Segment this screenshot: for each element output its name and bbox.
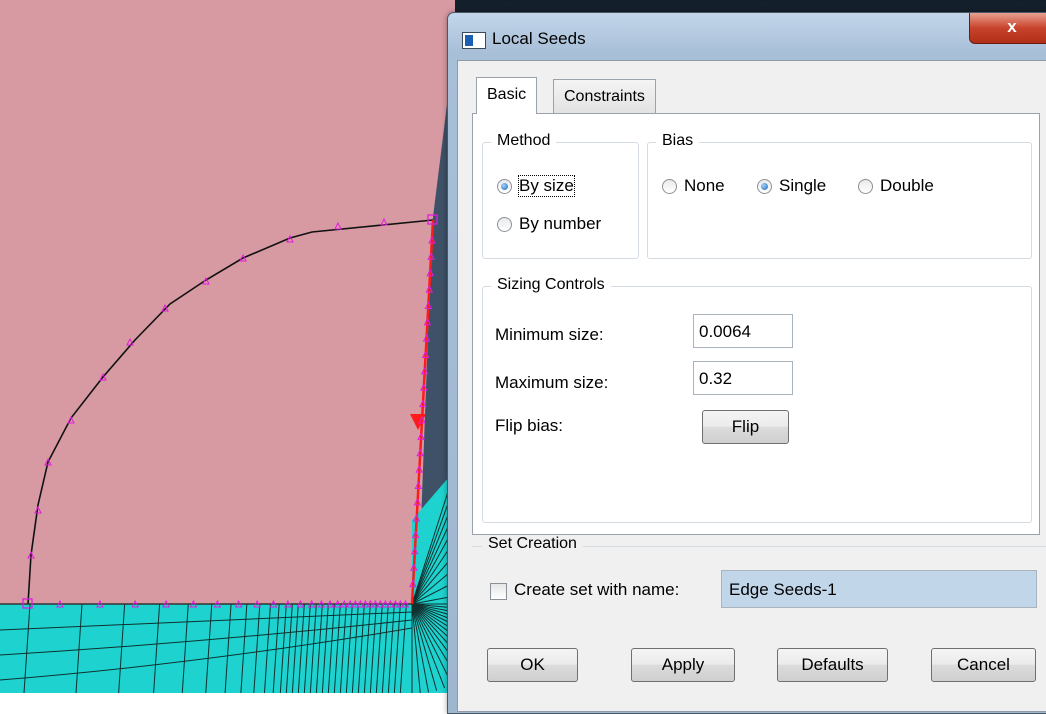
radio-none-label: None <box>684 176 725 195</box>
radio-by-size[interactable]: By size <box>497 175 575 197</box>
cancel-button[interactable]: Cancel <box>931 648 1036 682</box>
maximum-size-label: Maximum size: <box>495 373 609 392</box>
dialog-client-area: Basic Constraints Method By size By numb… <box>457 60 1046 712</box>
ok-button[interactable]: OK <box>487 648 578 682</box>
sizing-controls-title: Sizing Controls <box>491 276 611 294</box>
window-icon <box>462 32 486 49</box>
flip-button[interactable]: Flip <box>702 410 789 444</box>
set-name-input[interactable]: Edge Seeds-1 <box>721 570 1037 608</box>
defaults-button[interactable]: Defaults <box>777 648 888 682</box>
dialog-titlebar[interactable]: Local Seeds x <box>448 13 1046 61</box>
sizing-controls-group: Sizing Controls Minimum size: 0.0064 Max… <box>482 276 1032 523</box>
close-icon: x <box>1007 17 1017 36</box>
method-group: Method By size By number <box>482 132 639 259</box>
tab-constraints[interactable]: Constraints <box>553 79 656 114</box>
mesh-region <box>0 604 455 693</box>
radio-dot[interactable] <box>497 216 512 232</box>
radio-dot[interactable] <box>858 178 873 194</box>
radio-by-number[interactable]: By number <box>497 214 601 234</box>
tab-basic[interactable]: Basic <box>476 77 538 114</box>
basic-tab-panel: Method By size By number Bias None Singl… <box>472 113 1040 535</box>
radio-double-label: Double <box>880 176 934 195</box>
set-creation-group: Set Creation Create set with name: Edge … <box>472 535 1046 639</box>
minimum-size-input[interactable]: 0.0064 <box>693 314 793 348</box>
bias-group: Bias None Single Double <box>647 132 1032 259</box>
radio-dot-selected[interactable] <box>757 178 772 194</box>
radio-by-number-label: By number <box>519 214 602 233</box>
apply-button[interactable]: Apply <box>631 648 735 682</box>
local-seeds-dialog: Local Seeds x Basic Constraints Method B… <box>447 12 1046 714</box>
flip-bias-label: Flip bias: <box>495 416 564 435</box>
bias-group-title: Bias <box>656 132 700 150</box>
radio-single-label: Single <box>779 176 827 195</box>
radio-by-size-label: By size <box>518 175 575 197</box>
maximum-size-input[interactable]: 0.32 <box>693 361 793 395</box>
part-region <box>0 0 445 604</box>
minimum-size-label: Minimum size: <box>495 325 604 344</box>
dialog-title: Local Seeds <box>492 29 586 48</box>
close-button[interactable]: x <box>969 13 1046 44</box>
radio-bias-none[interactable]: None <box>662 176 725 196</box>
method-group-title: Method <box>491 132 557 150</box>
radio-bias-single[interactable]: Single <box>757 176 826 196</box>
radio-dot-selected[interactable] <box>497 178 512 194</box>
radio-dot[interactable] <box>662 178 677 194</box>
create-set-label: Create set with name: <box>514 580 680 599</box>
set-creation-title: Set Creation <box>482 535 583 553</box>
create-set-checkbox[interactable] <box>490 583 507 600</box>
radio-bias-double[interactable]: Double <box>858 176 934 196</box>
